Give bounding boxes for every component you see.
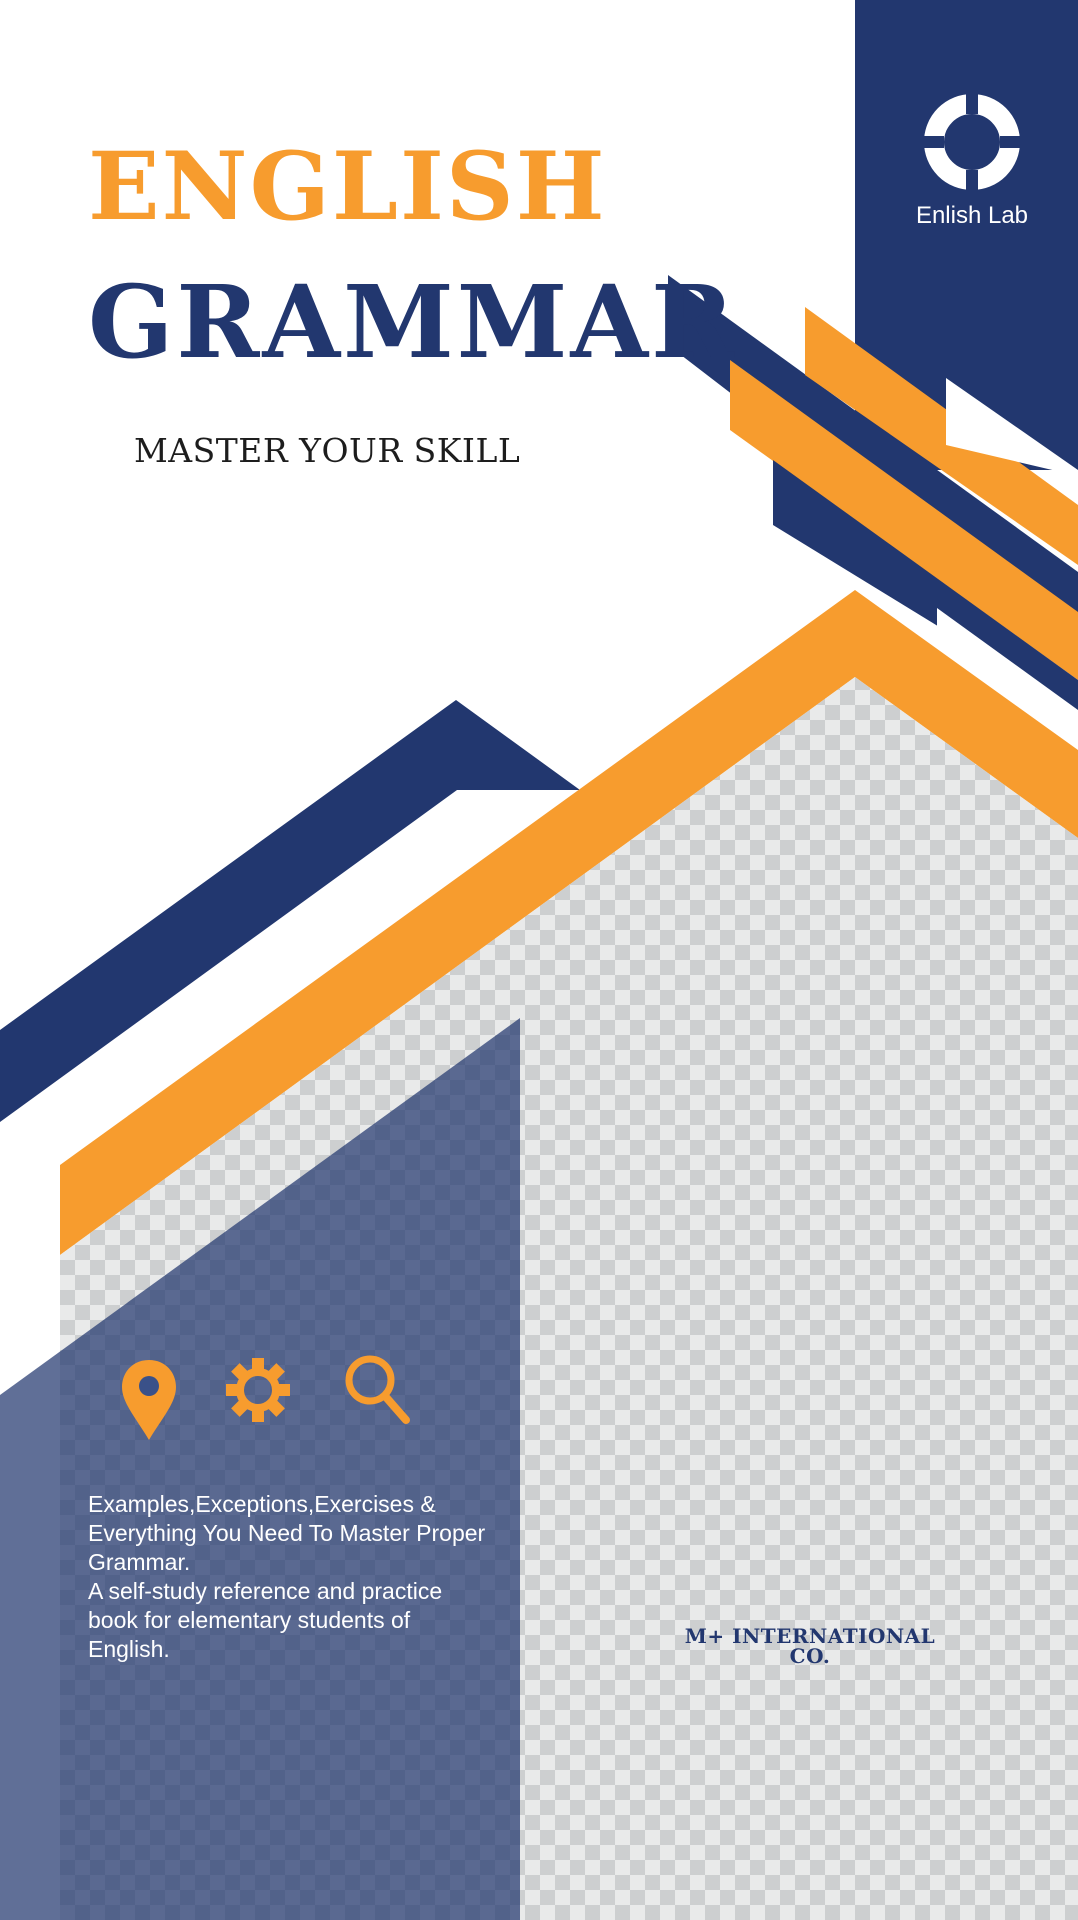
title-grammar: GRAMMAR bbox=[88, 263, 738, 381]
description-block: Examples,Exceptions,Exercises & Everythi… bbox=[88, 1490, 488, 1664]
title-english: ENGLISH bbox=[88, 132, 607, 242]
brand-name: Enlish Lab bbox=[915, 202, 1029, 229]
tagline: MASTER YOUR SKILL bbox=[134, 431, 521, 470]
cover-page: ENGLISH GRAMMAR MASTER YOUR SKILL Enlish… bbox=[0, 0, 1078, 1920]
description-paragraph: A self-study reference and practice book… bbox=[88, 1578, 443, 1662]
company-name: M+ INTERNATIONAL CO. bbox=[684, 1624, 936, 1668]
description-paragraph: Examples,Exceptions,Exercises & Everythi… bbox=[88, 1491, 486, 1575]
